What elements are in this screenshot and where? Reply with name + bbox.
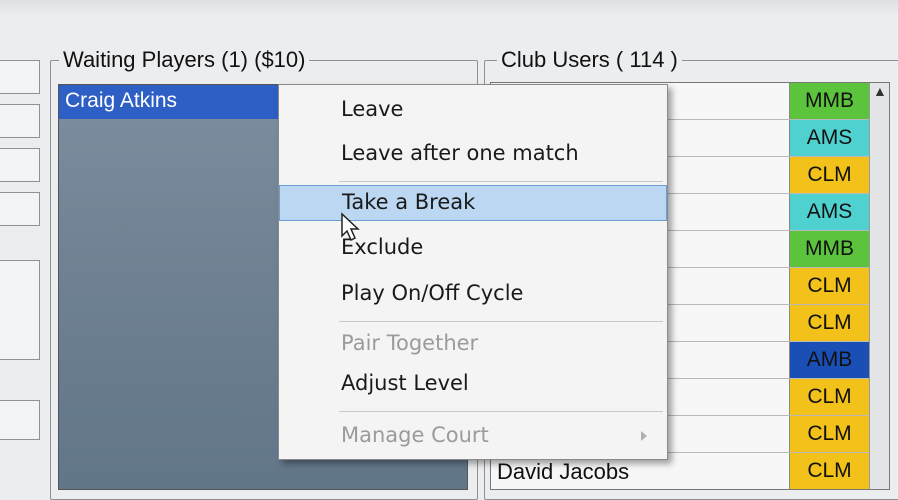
level-badge: CLM [789, 305, 869, 341]
waiting-players-title: Waiting Players (1) ($10) [59, 47, 310, 73]
scroll-up-icon[interactable]: ▲ [873, 83, 887, 99]
player-context-menu: Leave Leave after one match Take a Break… [278, 84, 668, 460]
level-badge: AMS [789, 194, 869, 230]
menu-separator [339, 321, 663, 322]
left-panel-field[interactable] [0, 192, 40, 226]
menu-item-play-on-off-cycle[interactable]: Play On/Off Cycle [279, 277, 667, 313]
window-top-edge [0, 0, 898, 16]
mouse-pointer-icon [341, 212, 360, 242]
level-badge: MMB [789, 231, 869, 267]
level-badge: CLM [789, 268, 869, 304]
left-panel-field[interactable] [0, 104, 40, 138]
left-panel-field[interactable] [0, 260, 40, 360]
level-badge: CLM [789, 453, 869, 489]
left-panel-field[interactable] [0, 60, 40, 94]
menu-item-leave-after-one-match[interactable]: Leave after one match [279, 137, 667, 173]
menu-separator [339, 411, 663, 412]
menu-item-manage-court: Manage Court [279, 419, 667, 455]
level-badge: AMB [789, 342, 869, 378]
level-badge: AMS [789, 120, 869, 156]
submenu-arrow-icon [641, 431, 647, 441]
left-panel-field[interactable] [0, 148, 40, 182]
level-badge: CLM [789, 157, 869, 193]
menu-item-leave[interactable]: Leave [279, 93, 667, 129]
level-badge: CLM [789, 379, 869, 415]
waiting-player-name: Craig Atkins [65, 89, 178, 112]
club-users-scrollbar[interactable]: ▲ [869, 83, 889, 489]
level-badge: CLM [789, 416, 869, 452]
menu-item-exclude[interactable]: Exclude [279, 231, 667, 267]
left-panel-field[interactable] [0, 400, 40, 440]
user-name: David Jacobs [497, 459, 630, 484]
club-users-title: Club Users ( 114 ) [497, 47, 682, 73]
left-panel [0, 60, 40, 490]
menu-item-adjust-level[interactable]: Adjust Level [279, 367, 667, 403]
menu-separator [339, 181, 663, 182]
level-badge: MMB [789, 83, 869, 119]
menu-item-take-a-break[interactable]: Take a Break [279, 185, 667, 221]
menu-item-pair-together: Pair Together [341, 331, 479, 355]
